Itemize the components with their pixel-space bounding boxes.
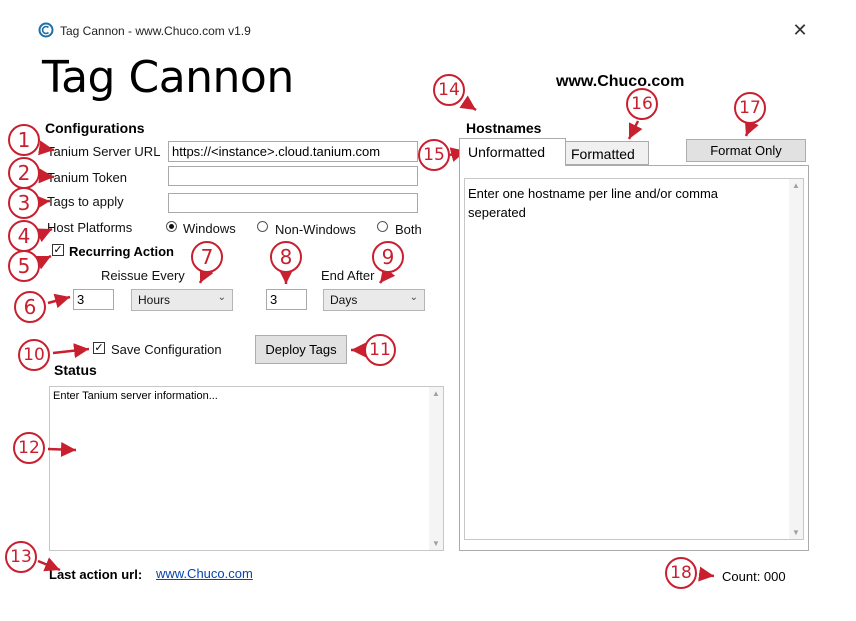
- arrow-9: [379, 266, 396, 284]
- arrow-17: [744, 119, 759, 137]
- arrow-6: [47, 293, 71, 309]
- annotation-arrows: [34, 95, 759, 582]
- annotation-1: 1: [8, 124, 40, 156]
- annotation-2: 2: [8, 157, 40, 189]
- arrow-10: [52, 343, 90, 359]
- annotation-13: 13: [5, 541, 37, 573]
- annotation-5: 5: [8, 250, 40, 282]
- arrow-5: [34, 254, 52, 270]
- annotation-6: 6: [14, 291, 46, 323]
- annotation-9: 9: [372, 241, 404, 273]
- arrow-3: [34, 194, 51, 210]
- annotation-10: 10: [18, 339, 50, 371]
- arrow-18: [698, 566, 715, 582]
- annotation-17: 17: [734, 92, 766, 124]
- annotation-16: 16: [626, 88, 658, 120]
- annotation-18: 18: [665, 557, 697, 589]
- annotation-15: 15: [418, 139, 450, 171]
- annotation-7: 7: [191, 241, 223, 273]
- arrow-16: [627, 120, 643, 140]
- arrow-12: [47, 441, 77, 457]
- annotation-14: 14: [433, 74, 465, 106]
- arrow-1: [38, 140, 55, 156]
- annotation-8: 8: [270, 241, 302, 273]
- arrow-13: [37, 557, 61, 572]
- annotation-4: 4: [8, 220, 40, 252]
- arrow-4: [35, 227, 53, 243]
- annotation-12: 12: [13, 432, 45, 464]
- arrow-14: [459, 95, 477, 112]
- arrow-2: [38, 168, 55, 184]
- annotation-3: 3: [8, 187, 40, 219]
- tab-unformatted[interactable]: Unformatted: [459, 138, 566, 166]
- annotation-11: 11: [364, 334, 396, 366]
